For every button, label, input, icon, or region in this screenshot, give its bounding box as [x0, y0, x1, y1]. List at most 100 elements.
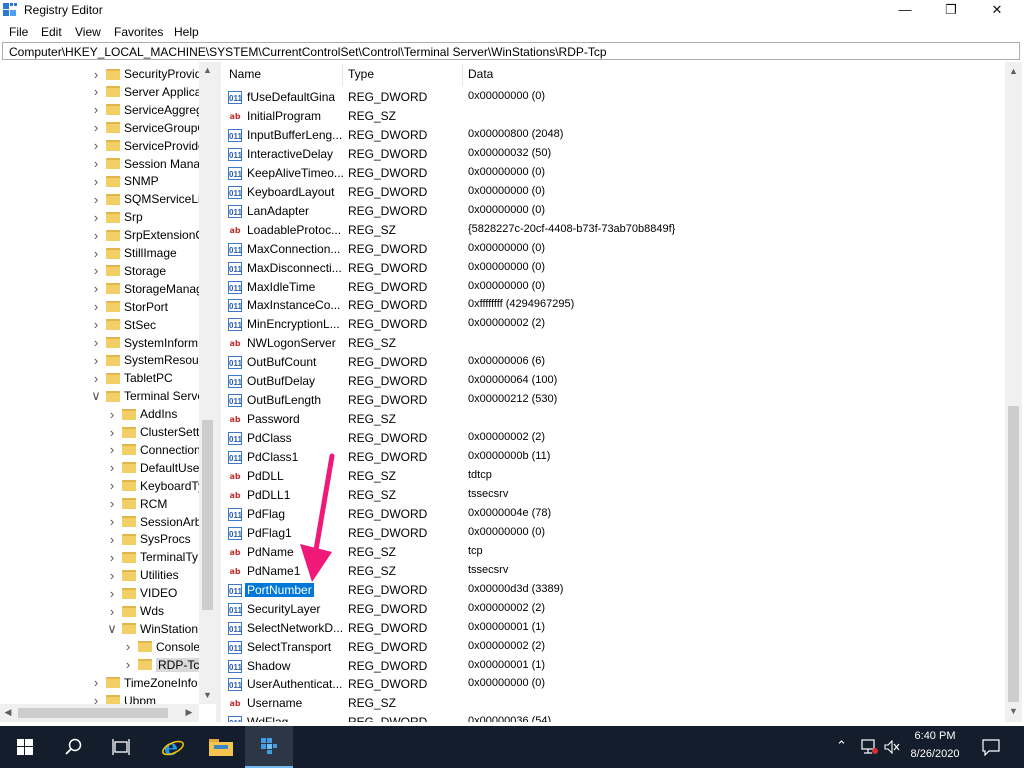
- chevron-right-icon[interactable]: ›: [90, 228, 102, 243]
- value-row[interactable]: 011 MaxIdleTime REG_DWORD 0x00000000 (0): [221, 278, 1001, 297]
- internet-explorer-button[interactable]: e: [148, 726, 196, 768]
- chevron-right-icon[interactable]: ›: [90, 120, 102, 135]
- chevron-right-icon[interactable]: ›: [106, 604, 118, 619]
- chevron-right-icon[interactable]: ›: [90, 210, 102, 225]
- tree-item[interactable]: › ClusterSetti: [106, 423, 202, 441]
- value-row[interactable]: 011 InteractiveDelay REG_DWORD 0x00000032 (…: [221, 145, 1001, 164]
- column-header-name[interactable]: Name: [229, 67, 261, 81]
- value-row[interactable]: 011WdFlag REG_DWORD 0x00000036 (54): [221, 713, 1001, 722]
- tree-item[interactable]: › SNMP: [90, 172, 159, 190]
- chevron-right-icon[interactable]: ›: [90, 246, 102, 261]
- tree-item[interactable]: › SystemInform: [90, 334, 198, 352]
- tree-item[interactable]: › Console: [122, 638, 200, 656]
- scroll-down-icon[interactable]: ▼: [199, 690, 216, 700]
- tree-item[interactable]: › ServiceAggreg: [90, 101, 203, 119]
- tree-item[interactable]: › StorageManag: [90, 280, 203, 298]
- chevron-right-icon[interactable]: ›: [106, 532, 118, 547]
- tree-horizontal-scrollbar[interactable]: ◀ ▶: [0, 704, 199, 722]
- maximize-button[interactable]: ❐: [928, 0, 974, 22]
- column-header-type[interactable]: Type: [348, 67, 374, 81]
- scroll-right-icon[interactable]: ▶: [183, 707, 195, 718]
- tree-item[interactable]: › SQMServiceLis: [90, 190, 207, 208]
- chevron-right-icon[interactable]: ›: [90, 353, 102, 368]
- address-path[interactable]: Computer\HKEY_LOCAL_MACHINE\SYSTEM\Curre…: [9, 45, 607, 59]
- chevron-right-icon[interactable]: ›: [106, 407, 118, 422]
- show-hidden-icons-icon[interactable]: ⌃: [836, 738, 847, 754]
- value-row[interactable]: 011 OutBufLength REG_DWORD 0x00000212 (530): [221, 391, 1001, 410]
- chevron-right-icon[interactable]: ›: [106, 568, 118, 583]
- chevron-right-icon[interactable]: ›: [106, 550, 118, 565]
- value-row[interactable]: 011 MaxInstanceCo... REG_DWORD 0xffffffff (…: [221, 296, 1001, 315]
- tree-vertical-scrollbar[interactable]: ▲ ▼: [199, 62, 216, 704]
- column-header-data[interactable]: Data: [468, 67, 493, 81]
- tree-item[interactable]: ∨ Terminal Serve: [90, 387, 204, 405]
- tree-item[interactable]: › KeyboardTy: [106, 477, 204, 495]
- chevron-right-icon[interactable]: ›: [106, 442, 118, 457]
- chevron-right-icon[interactable]: ›: [106, 496, 118, 511]
- chevron-right-icon[interactable]: ›: [90, 371, 102, 386]
- tree-hscroll-thumb[interactable]: [18, 708, 168, 718]
- tree-item[interactable]: › StSec: [90, 316, 156, 334]
- tree-item[interactable]: › RDP-Tcp: [122, 656, 209, 674]
- value-row[interactable]: 011 fUseDefaultGina REG_DWORD 0x00000000 (0…: [221, 88, 1001, 107]
- column-divider[interactable]: [342, 64, 343, 86]
- list-scroll-thumb[interactable]: [1008, 406, 1019, 702]
- address-bar[interactable]: Computer\HKEY_LOCAL_MACHINE\SYSTEM\Curre…: [2, 42, 1020, 60]
- chevron-right-icon[interactable]: ›: [122, 657, 134, 672]
- chevron-down-icon[interactable]: ∨: [90, 388, 102, 404]
- tree-item[interactable]: › StillImage: [90, 244, 177, 262]
- chevron-right-icon[interactable]: ›: [106, 514, 118, 529]
- list-vertical-scrollbar[interactable]: ▲ ▼: [1005, 62, 1022, 722]
- value-row[interactable]: ab Password REG_SZ: [221, 410, 1001, 429]
- clock-date[interactable]: 8/26/2020: [905, 748, 965, 760]
- chevron-right-icon[interactable]: ›: [106, 425, 118, 440]
- volume-muted-icon[interactable]: [884, 740, 900, 754]
- tree-item[interactable]: › Session Manag: [90, 155, 207, 173]
- task-view-button[interactable]: [96, 726, 144, 768]
- tree-item[interactable]: › TimeZoneInfo: [90, 674, 198, 692]
- value-row[interactable]: 011 UserAuthenticat... REG_DWORD 0x00000000…: [221, 675, 1001, 694]
- value-row[interactable]: 011 KeyboardLayout REG_DWORD 0x00000000 (0): [221, 183, 1001, 202]
- chevron-right-icon[interactable]: ›: [106, 460, 118, 475]
- chevron-right-icon[interactable]: ›: [90, 281, 102, 296]
- tree-item[interactable]: › TabletPC: [90, 369, 173, 387]
- key-tree-pane[interactable]: › SecurityProvid › Server Applica › ServiceAg…: [0, 62, 216, 722]
- value-row[interactable]: 011 OutBufDelay REG_DWORD 0x00000064 (100): [221, 372, 1001, 391]
- menu-file[interactable]: File: [9, 25, 28, 39]
- tree-item[interactable]: › Connection: [106, 441, 201, 459]
- tree-item[interactable]: › RCM: [106, 495, 168, 513]
- search-button[interactable]: [48, 726, 96, 768]
- value-row[interactable]: 011 SelectTransport REG_DWORD 0x00000002 (2…: [221, 638, 1001, 657]
- title-bar[interactable]: Registry Editor — ❐ ✕: [0, 0, 1024, 22]
- tree-item[interactable]: › SessionArb: [106, 513, 202, 531]
- chevron-right-icon[interactable]: ›: [90, 317, 102, 332]
- tree-item[interactable]: › SystemResour: [90, 351, 203, 369]
- value-row[interactable]: 011 KeepAliveTimeo... REG_DWORD 0x00000000 …: [221, 164, 1001, 183]
- tree-item[interactable]: ∨ WinStation: [106, 620, 198, 638]
- chevron-right-icon[interactable]: ›: [90, 263, 102, 278]
- tree-item[interactable]: › SecurityProvid: [90, 65, 202, 83]
- menu-help[interactable]: Help: [174, 25, 199, 39]
- scroll-left-icon[interactable]: ◀: [2, 707, 14, 718]
- tree-item[interactable]: › Srp: [90, 208, 143, 226]
- tree-item[interactable]: › AddIns: [106, 405, 178, 423]
- close-button[interactable]: ✕: [974, 0, 1020, 22]
- value-row[interactable]: 011 LanAdapter REG_DWORD 0x00000000 (0): [221, 202, 1001, 221]
- chevron-down-icon[interactable]: ∨: [106, 621, 118, 637]
- tree-item[interactable]: › ServiceGroupO: [90, 119, 207, 137]
- tree-item[interactable]: › Server Applica: [90, 83, 202, 101]
- chevron-right-icon[interactable]: ›: [90, 67, 102, 82]
- tree-item[interactable]: › VIDEO: [106, 584, 178, 602]
- chevron-right-icon[interactable]: ›: [90, 138, 102, 153]
- chevron-right-icon[interactable]: ›: [90, 84, 102, 99]
- value-row[interactable]: ab LoadableProtoc... REG_SZ {5828227c-20cf-…: [221, 221, 1001, 240]
- chevron-right-icon[interactable]: ›: [106, 586, 118, 601]
- tree-item[interactable]: › Utilities: [106, 566, 179, 584]
- network-icon[interactable]: [861, 739, 879, 755]
- chevron-right-icon[interactable]: ›: [90, 156, 102, 171]
- menu-edit[interactable]: Edit: [41, 25, 62, 39]
- value-row[interactable]: 011 SecurityLayer REG_DWORD 0x00000002 (2): [221, 600, 1001, 619]
- chevron-right-icon[interactable]: ›: [90, 102, 102, 117]
- tree-item[interactable]: › Storage: [90, 262, 166, 280]
- scroll-up-icon[interactable]: ▲: [199, 65, 216, 75]
